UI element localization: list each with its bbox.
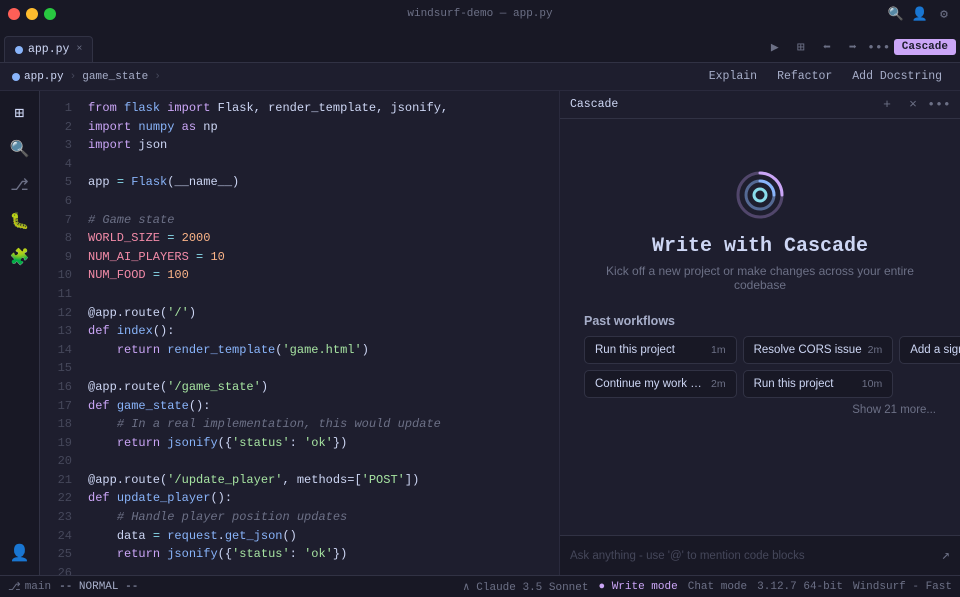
cascade-panel-title: Cascade bbox=[570, 98, 618, 111]
refactor-button[interactable]: Refactor bbox=[771, 68, 838, 85]
write-mode[interactable]: ● Write mode bbox=[598, 581, 677, 593]
search-icon[interactable]: 🔍 bbox=[888, 6, 904, 22]
run-button[interactable]: ▶ bbox=[764, 36, 786, 58]
cascade-header-icons: + × ••• bbox=[876, 94, 950, 116]
code-area[interactable]: 12345 678910 1112131415 1617181920 21222… bbox=[40, 91, 559, 575]
status-left: ⎇ main -- NORMAL -- bbox=[8, 580, 138, 594]
cascade-body: Write with Cascade Kick off a new projec… bbox=[560, 119, 960, 535]
workflow-time-0: 1m bbox=[711, 344, 726, 356]
main-content: ⊞ 🔍 ⎇ 🐛 🧩 👤 12345 678910 1112131415 1617… bbox=[0, 91, 960, 575]
status-right: ∧ Claude 3.5 Sonnet ● Write mode Chat mo… bbox=[463, 580, 952, 594]
workflow-time-3: 2m bbox=[711, 378, 726, 390]
workflow-time-1: 2m bbox=[868, 344, 883, 356]
show-more-button[interactable]: Show 21 more... bbox=[584, 404, 936, 416]
past-workflows-label: Past workflows bbox=[584, 314, 936, 328]
chat-mode[interactable]: Chat mode bbox=[688, 581, 747, 593]
python-version[interactable]: 3.12.7 64-bit bbox=[757, 581, 843, 593]
extensions-icon[interactable]: 🧩 bbox=[4, 241, 36, 273]
cascade-more-icon[interactable]: ••• bbox=[928, 94, 950, 116]
cascade-subtitle: Kick off a new project or make changes a… bbox=[584, 264, 936, 292]
tab-app-py[interactable]: app.py × bbox=[4, 36, 93, 62]
status-bar: ⎇ main -- NORMAL -- ∧ Claude 3.5 Sonnet … bbox=[0, 575, 960, 597]
tab-close-button[interactable]: × bbox=[76, 44, 82, 55]
tab-bar: app.py × ▶ ⊞ ⬅ ➡ ••• Cascade bbox=[0, 28, 960, 63]
claude-version: ∧ Claude 3.5 Sonnet bbox=[463, 580, 588, 594]
workflow-label-0: Run this project bbox=[595, 344, 675, 356]
status-branch[interactable]: ⎇ main bbox=[8, 580, 51, 594]
tab-bar-right: ▶ ⊞ ⬅ ➡ ••• Cascade bbox=[764, 36, 956, 62]
workflow-label-1: Resolve CORS issue bbox=[754, 344, 862, 356]
tab-filename: app.py bbox=[28, 43, 69, 56]
navigate-back-button[interactable]: ⬅ bbox=[816, 36, 838, 58]
workflow-item-1[interactable]: Resolve CORS issue 2m bbox=[743, 336, 894, 364]
debug-icon[interactable]: 🐛 bbox=[4, 205, 36, 237]
title-bar: windsurf-demo — app.py 🔍 👤 ⚙ bbox=[0, 0, 960, 28]
account-icon[interactable]: 👤 bbox=[4, 537, 36, 569]
cascade-new-icon[interactable]: + bbox=[876, 94, 898, 116]
fullscreen-button[interactable] bbox=[44, 8, 56, 20]
cascade-headline: Write with Cascade bbox=[652, 235, 868, 258]
workflow-item-4[interactable]: Run this project 10m bbox=[743, 370, 894, 398]
minimize-button[interactable] bbox=[26, 8, 38, 20]
title-bar-controls: 🔍 👤 ⚙ bbox=[888, 6, 952, 22]
circle-icon: ● bbox=[598, 581, 605, 593]
explorer-icon[interactable]: ⊞ bbox=[4, 97, 36, 129]
more-actions-button[interactable]: ••• bbox=[868, 36, 890, 58]
claude-icon: ∧ bbox=[463, 582, 470, 594]
breadcrumb-item-1[interactable]: game_state bbox=[82, 71, 148, 83]
workflow-label-4: Run this project bbox=[754, 378, 834, 390]
workflow-item-0[interactable]: Run this project 1m bbox=[584, 336, 737, 364]
windsurf-fast[interactable]: Windsurf - Fast bbox=[853, 581, 952, 593]
line-numbers: 12345 678910 1112131415 1617181920 21222… bbox=[40, 91, 76, 575]
breadcrumb-bar: app.py › game_state › Explain Refactor A… bbox=[0, 63, 960, 91]
cascade-send-icon[interactable]: ↗ bbox=[942, 547, 950, 564]
editor-mode: -- NORMAL -- bbox=[59, 581, 138, 593]
tab-dot bbox=[15, 46, 23, 54]
activity-bar: ⊞ 🔍 ⎇ 🐛 🧩 👤 bbox=[0, 91, 40, 575]
editor-pane: 12345 678910 1112131415 1617181920 21222… bbox=[40, 91, 560, 575]
breadcrumb-actions: Explain Refactor Add Docstring bbox=[703, 68, 948, 85]
workflow-label-3: Continue my work please bbox=[595, 378, 705, 390]
cascade-logo bbox=[734, 169, 786, 221]
settings-icon[interactable]: ⚙ bbox=[936, 6, 952, 22]
branch-icon: ⎇ bbox=[8, 580, 21, 594]
breadcrumb-sep-1: › bbox=[70, 71, 77, 83]
workflow-time-4: 10m bbox=[862, 378, 882, 390]
workflow-item-2[interactable]: Add a sign up button to the main ... 2m bbox=[899, 336, 960, 364]
workflow-label-2: Add a sign up button to the main ... bbox=[910, 344, 960, 356]
cascade-input[interactable] bbox=[570, 550, 936, 562]
cascade-input-bar: ↗ bbox=[560, 535, 960, 575]
cascade-panel: Cascade + × ••• Write with Cascade Kick … bbox=[560, 91, 960, 575]
source-control-icon[interactable]: ⎇ bbox=[4, 169, 36, 201]
window-title: windsurf-demo — app.py bbox=[407, 8, 552, 20]
breadcrumb-file[interactable]: app.py bbox=[24, 71, 64, 83]
split-editor-button[interactable]: ⊞ bbox=[790, 36, 812, 58]
code-editor[interactable]: from flask import Flask, render_template… bbox=[76, 91, 559, 575]
workflow-grid: Run this project 1m Resolve CORS issue 2… bbox=[584, 336, 936, 398]
branch-name: main bbox=[25, 581, 51, 593]
cascade-close-icon[interactable]: × bbox=[902, 94, 924, 116]
traffic-lights bbox=[8, 8, 56, 20]
avatar-icon[interactable]: 👤 bbox=[912, 6, 928, 22]
cascade-badge[interactable]: Cascade bbox=[894, 39, 956, 55]
breadcrumb-sep-2: › bbox=[154, 71, 161, 83]
explain-button[interactable]: Explain bbox=[703, 68, 763, 85]
navigate-forward-button[interactable]: ➡ bbox=[842, 36, 864, 58]
search-sidebar-icon[interactable]: 🔍 bbox=[4, 133, 36, 165]
workflow-item-3[interactable]: Continue my work please 2m bbox=[584, 370, 737, 398]
add-docstring-button[interactable]: Add Docstring bbox=[846, 68, 948, 85]
claude-label[interactable]: Claude 3.5 Sonnet bbox=[476, 582, 588, 594]
close-button[interactable] bbox=[8, 8, 20, 20]
cascade-panel-header: Cascade + × ••• bbox=[560, 91, 960, 119]
breadcrumb-dot bbox=[12, 73, 20, 81]
